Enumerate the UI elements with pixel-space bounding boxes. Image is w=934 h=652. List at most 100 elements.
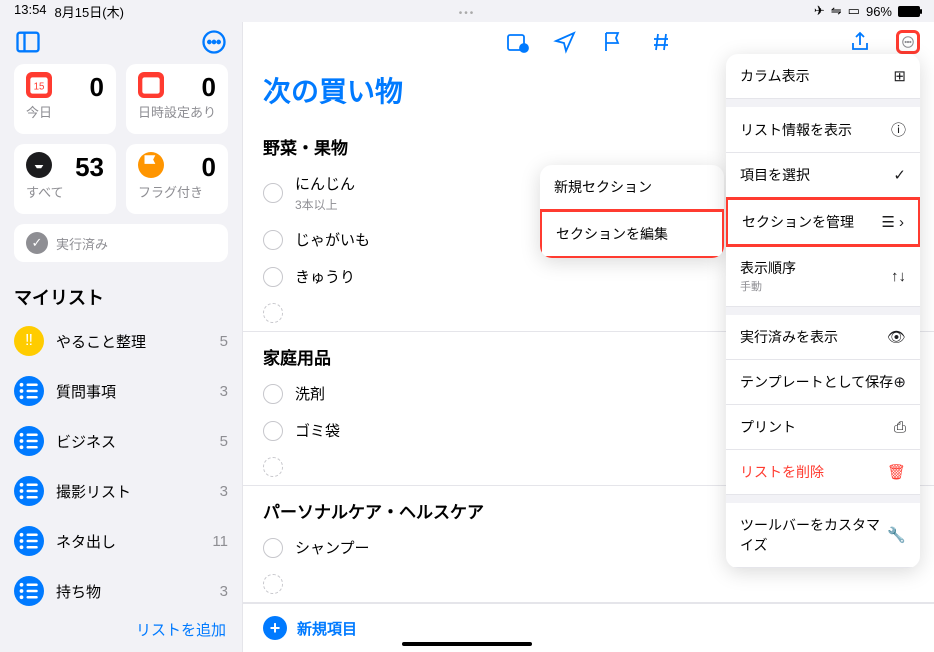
list-label: やること整理 (56, 331, 208, 352)
todo-checkbox[interactable] (263, 230, 283, 250)
todo-label: シャンプー (295, 537, 370, 558)
mylist-header: マイリスト (0, 278, 242, 316)
more-menu-item[interactable]: テンプレートとして保存⊕ (726, 360, 920, 405)
sidebar-list-item[interactable]: 質問事項 3 (0, 366, 242, 416)
more-menu-button[interactable] (896, 30, 920, 54)
battery-icon (898, 6, 920, 17)
more-menu-item[interactable]: リスト情報を表示 ⓘ (726, 107, 920, 153)
list-icon (14, 426, 44, 456)
more-menu: カラム表示⊞ リスト情報を表示 ⓘ 項目を選択 ✓ セクションを管理 ☰ › 表示順序手動↑↓… (726, 54, 920, 568)
todo-checkbox[interactable] (263, 538, 283, 558)
calendar-icon (138, 72, 164, 98)
card-count: 0 (202, 152, 216, 183)
context-menu: 新規セクションセクションを編集 (540, 165, 724, 258)
more-menu-item[interactable]: セクションを管理 ☰ › (726, 197, 920, 247)
sidebar-toggle-button[interactable] (14, 28, 42, 56)
add-placeholder-icon (263, 457, 283, 477)
todo-note: 3本以上 (295, 196, 355, 213)
menu-label: プリント (740, 419, 796, 435)
sidebar-list-item[interactable]: ビジネス5 (0, 416, 242, 466)
menu-label: 項目を選択 (740, 167, 810, 183)
checkmark-icon: ✓ (26, 232, 48, 254)
card-all[interactable]: 53 すべて (14, 144, 116, 214)
menu-label: カラム表示 (740, 68, 810, 84)
list-icon (14, 526, 44, 556)
status-bar: 13:54 8月15日(木) ••• ✈︎ ⇋ ▭ 96% (0, 0, 934, 22)
context-menu-item[interactable]: 新規セクション (540, 165, 724, 210)
eye-icon: 👁 (887, 328, 906, 346)
list-icon: ‼ (14, 326, 44, 356)
more-options-button[interactable] (200, 28, 228, 56)
sidebar: 15 0 今日 0 日時設定あり 53 すべて 0 フラグ付き ✓ 実行済 (0, 22, 242, 652)
section-title: 野菜・果物 (263, 134, 348, 159)
inbox-icon (26, 152, 52, 178)
menu-label: リスト情報を表示 (740, 122, 852, 138)
todo-checkbox[interactable] (263, 421, 283, 441)
plus-icon: + (263, 616, 287, 640)
more-menu-item[interactable]: 項目を選択 ✓ (726, 153, 920, 198)
print-icon: ⎙ (894, 419, 906, 436)
more-menu-item[interactable]: 実行済みを表示 👁 (726, 315, 920, 360)
menu-label: 新規セクション (554, 177, 652, 197)
info-icon: ⓘ (891, 119, 906, 140)
add-item-label: 新規項目 (297, 618, 357, 639)
battery-percent: 96% (866, 4, 892, 19)
status-time: 13:54 (14, 2, 47, 21)
card-label: フラグ付き (138, 182, 216, 201)
new-item-placeholder[interactable] (243, 566, 934, 602)
more-menu-item[interactable]: ツールバーをカスタマイズ🔧 (726, 503, 920, 568)
section-title: パーソナルケア・ヘルスケア (263, 498, 484, 523)
todo-label: ゴミ袋 (295, 420, 340, 441)
card-count: 0 (202, 72, 216, 103)
todo-checkbox[interactable] (263, 267, 283, 287)
save-icon: ⊕ (893, 373, 906, 391)
svg-text:15: 15 (34, 81, 45, 92)
hashtag-icon[interactable] (649, 30, 673, 54)
menu-label: テンプレートとして保存 (740, 374, 893, 390)
menu-label: 実行済みを表示 (740, 329, 838, 345)
add-item-button[interactable]: + 新規項目 (243, 603, 934, 652)
more-menu-item[interactable]: リストを削除🗑 (726, 450, 920, 495)
sidebar-list-item[interactable]: ネタ出し 11 (0, 516, 242, 566)
location-icon[interactable] (553, 30, 577, 54)
share-icon[interactable] (848, 30, 872, 54)
calendar-add-icon[interactable]: + (505, 30, 529, 54)
todo-checkbox[interactable] (263, 183, 283, 203)
wifi-icon: ⇋ (831, 3, 842, 19)
flag-icon[interactable] (601, 30, 625, 54)
todo-label: 洗剤 (295, 383, 325, 404)
more-menu-item[interactable]: プリント ⎙ (726, 405, 920, 450)
menu-label: セクションを管理 (742, 214, 854, 230)
more-menu-item[interactable]: カラム表示⊞ (726, 54, 920, 99)
add-placeholder-icon (263, 303, 283, 323)
todo-label: きゅうり (295, 266, 355, 287)
list-count: 3 (220, 383, 228, 400)
home-indicator[interactable] (402, 642, 532, 646)
more-menu-item[interactable]: 表示順序手動↑↓ (726, 246, 920, 307)
card-label: すべて (26, 182, 104, 201)
card-label: 今日 (26, 102, 104, 121)
add-placeholder-icon (263, 574, 283, 594)
check-icon: ✓ (893, 166, 906, 184)
sidebar-list-item[interactable]: ‼やること整理5 (0, 316, 242, 366)
menu-sub: 手動 (740, 278, 796, 294)
list-count: 11 (212, 533, 228, 550)
card-today[interactable]: 15 0 今日 (14, 64, 116, 134)
card-flagged[interactable]: 0 フラグ付き (126, 144, 228, 214)
add-list-button[interactable]: リストを追加 (0, 607, 242, 652)
card-scheduled[interactable]: 0 日時設定あり (126, 64, 228, 134)
card-completed[interactable]: ✓ 実行済み (14, 224, 228, 262)
list-count: 3 (220, 483, 228, 500)
sidebar-list-item[interactable]: 持ち物 3 (0, 566, 242, 607)
list-count: 3 (220, 583, 228, 600)
list-label: 質問事項 (56, 381, 208, 402)
list-icon: ☰ › (881, 213, 904, 231)
menu-label: ツールバーをカスタマイズ (740, 517, 880, 553)
context-menu-item[interactable]: セクションを編集 (540, 209, 724, 258)
todo-label: じゃがいも (295, 229, 370, 250)
todo-checkbox[interactable] (263, 384, 283, 404)
list-label: ネタ出し (56, 531, 200, 552)
drag-indicator[interactable]: ••• (459, 8, 476, 19)
sidebar-list-item[interactable]: 撮影リスト3 (0, 466, 242, 516)
list-label: 持ち物 (56, 581, 208, 602)
